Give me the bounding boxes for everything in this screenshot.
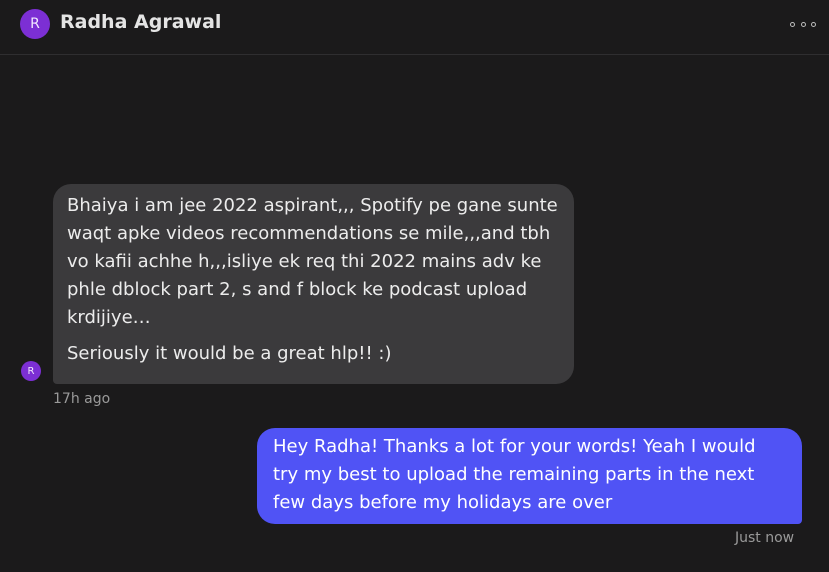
dot-icon: [790, 21, 795, 27]
message-timestamp: Just now: [735, 530, 795, 546]
chat-header: R Radha Agrawal: [0, 0, 829, 55]
message-text: Seriously it would be a great hlp!! :): [67, 343, 392, 364]
message-text: Hey Radha! Thanks a lot for your words! …: [273, 436, 756, 513]
dot-icon: [800, 21, 806, 27]
sender-avatar: R: [21, 361, 41, 381]
dot-icon: [811, 21, 816, 27]
contact-avatar[interactable]: R: [20, 9, 50, 39]
incoming-message-bubble[interactable]: Bhaiya i am jee 2022 aspirant,,, Spotify…: [53, 184, 574, 384]
contact-name[interactable]: Radha Agrawal: [60, 11, 221, 33]
more-options-icon[interactable]: [790, 16, 816, 32]
message-timestamp: 17h ago: [53, 391, 111, 407]
message-text: Bhaiya i am jee 2022 aspirant,,, Spotify…: [67, 195, 558, 328]
outgoing-message-bubble[interactable]: Hey Radha! Thanks a lot for your words! …: [257, 428, 802, 524]
